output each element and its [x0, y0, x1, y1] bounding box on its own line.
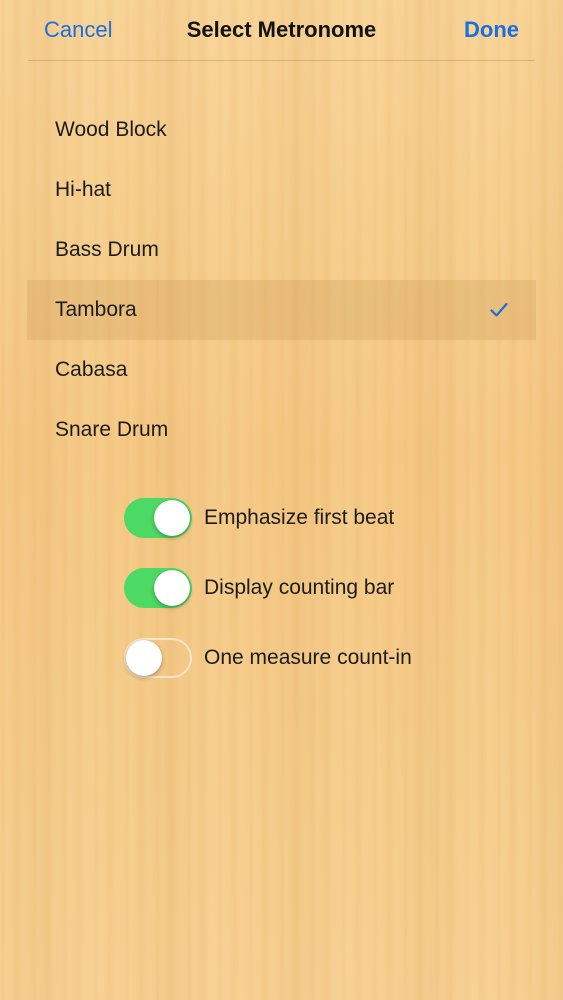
- emphasize-first-beat-label: Emphasize first beat: [204, 506, 395, 529]
- list-item-label: Bass Drum: [55, 238, 159, 261]
- list-item-label: Hi-hat: [55, 178, 112, 201]
- option-row-display-counting-bar: Display counting bar: [124, 566, 524, 610]
- checkmark-icon: [490, 302, 508, 317]
- list-item-snare-drum[interactable]: Snare Drum: [27, 400, 536, 460]
- option-row-emphasize-first-beat: Emphasize first beat: [124, 496, 524, 540]
- list-item-bass-drum[interactable]: Bass Drum: [27, 220, 536, 280]
- nav-divider: [28, 60, 535, 61]
- list-item-label: Snare Drum: [55, 418, 169, 441]
- navigation-bar: Cancel Select Metronome Done: [0, 0, 563, 60]
- display-counting-bar-label: Display counting bar: [204, 576, 395, 599]
- metronome-options: Emphasize first beat Display counting ba…: [124, 496, 524, 706]
- metronome-sound-list: Wood Block Hi-hat Bass Drum Tambora Caba…: [27, 100, 536, 460]
- toggle-knob: [154, 570, 190, 606]
- toggle-knob: [154, 500, 190, 536]
- list-item-wood-block[interactable]: Wood Block: [27, 100, 536, 160]
- list-item-label: Wood Block: [55, 118, 167, 141]
- done-button[interactable]: Done: [464, 17, 519, 43]
- toggle-knob: [126, 640, 162, 676]
- one-measure-count-in-label: One measure count-in: [204, 646, 412, 669]
- option-row-one-measure-count-in: One measure count-in: [124, 636, 524, 680]
- list-item-label: Tambora: [55, 298, 137, 321]
- display-counting-bar-toggle[interactable]: [124, 568, 192, 608]
- emphasize-first-beat-toggle[interactable]: [124, 498, 192, 538]
- list-item-label: Cabasa: [55, 358, 128, 381]
- list-item-cabasa[interactable]: Cabasa: [27, 340, 536, 400]
- one-measure-count-in-toggle[interactable]: [124, 638, 192, 678]
- list-item-hi-hat[interactable]: Hi-hat: [27, 160, 536, 220]
- list-item-tambora[interactable]: Tambora: [27, 280, 536, 340]
